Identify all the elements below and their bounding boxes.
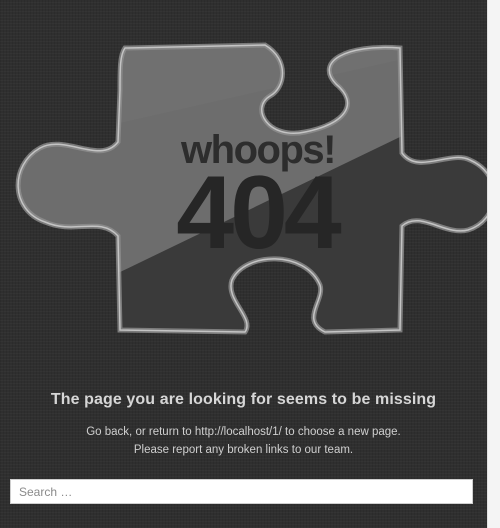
error-headline: The page you are looking for seems to be… [50,391,437,408]
puzzle-piece-illustration: whoops! 404 [15,42,487,335]
error-page: whoops! 404 The page you are looking for… [0,0,487,528]
error-report-note: Please report any broken links to our te… [133,444,354,456]
error-instructions: Go back, or return to http://localhost/1… [86,426,401,438]
error-code-text: 404 [176,155,342,271]
search-input[interactable] [10,479,473,504]
scrollbar[interactable] [487,0,500,528]
